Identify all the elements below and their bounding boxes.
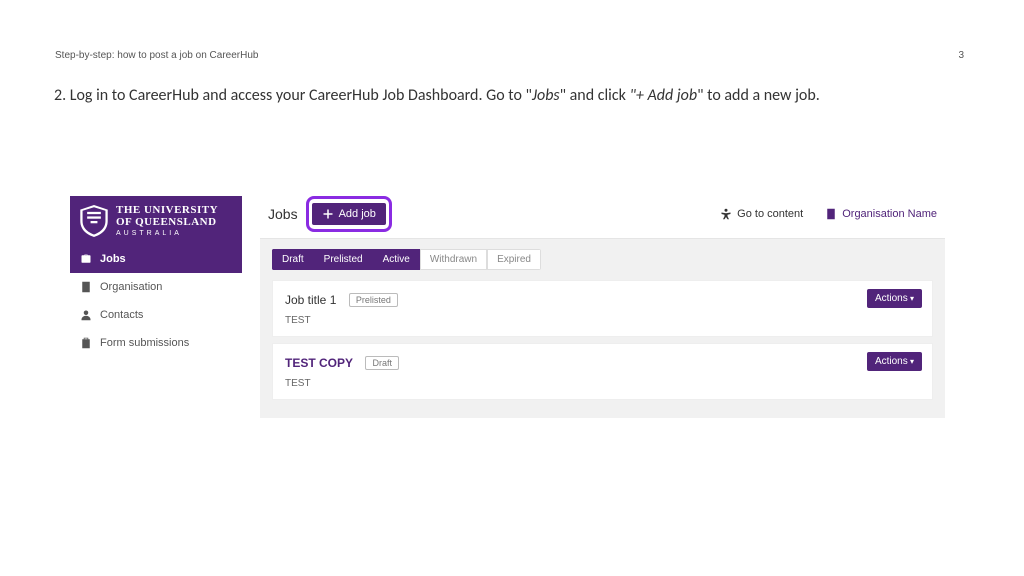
instruction-text: 2. Log in to CareerHub and access your C…	[54, 86, 532, 105]
sidebar-item-jobs[interactable]: Jobs	[70, 245, 242, 273]
plus-icon	[322, 208, 334, 220]
go-to-content-label: Go to content	[737, 208, 803, 220]
doc-header: Step-by-step: how to post a job on Caree…	[55, 50, 258, 61]
tab-prelisted[interactable]: Prelisted	[314, 249, 373, 270]
step-instruction: 2. Log in to CareerHub and access your C…	[54, 85, 964, 107]
status-badge: Prelisted	[349, 293, 398, 307]
sidebar-item-contacts[interactable]: Contacts	[70, 301, 242, 329]
job-title[interactable]: Job title 1	[285, 293, 336, 307]
instruction-text: " to add a new job.	[697, 86, 820, 105]
sidebar-item-label: Jobs	[100, 253, 126, 265]
add-job-highlight: Add job	[306, 196, 392, 232]
sidebar: THE UNIVERSITY OF QUEENSLAND AUSTRALIA J…	[70, 196, 242, 357]
instruction-em1: Jobs	[532, 86, 560, 105]
logo-line1: THE UNIVERSITY	[116, 204, 218, 216]
job-title[interactable]: TEST COPY	[285, 356, 353, 370]
page-number: 3	[958, 50, 964, 61]
sidebar-item-label: Form submissions	[100, 337, 189, 349]
tab-withdrawn[interactable]: Withdrawn	[420, 249, 487, 270]
job-row: TEST COPY Draft Actions TEST	[272, 343, 933, 400]
logo-line2: OF QUEENSLAND	[116, 216, 218, 228]
accessibility-icon	[720, 208, 732, 220]
job-row: Job title 1 Prelisted Actions TEST	[272, 280, 933, 337]
sidebar-item-form-submissions[interactable]: Form submissions	[70, 329, 242, 357]
logo: THE UNIVERSITY OF QUEENSLAND AUSTRALIA	[70, 196, 242, 245]
job-subtitle: TEST	[285, 315, 920, 326]
page-title: Jobs	[268, 206, 298, 222]
sidebar-item-label: Organisation	[100, 281, 162, 293]
add-job-label: Add job	[339, 208, 376, 220]
instruction-em2: "+ Add job	[630, 86, 698, 105]
tab-active[interactable]: Active	[373, 249, 420, 270]
tab-draft[interactable]: Draft	[272, 249, 314, 270]
go-to-content-link[interactable]: Go to content	[720, 208, 803, 220]
briefcase-icon	[80, 253, 92, 265]
clipboard-icon	[80, 337, 92, 349]
logo-line3: AUSTRALIA	[116, 230, 218, 237]
building-icon	[825, 208, 837, 220]
topbar: Jobs Add job Go to content Organisation …	[260, 190, 945, 238]
add-job-button[interactable]: Add job	[312, 203, 386, 225]
person-icon	[80, 309, 92, 321]
instruction-text: " and click	[560, 86, 630, 105]
main-panel: Jobs Add job Go to content Organisation …	[260, 190, 945, 418]
building-icon	[80, 281, 92, 293]
sidebar-item-organisation[interactable]: Organisation	[70, 273, 242, 301]
shield-icon	[80, 205, 108, 237]
tab-bar: Draft Prelisted Active Withdrawn Expired	[260, 238, 945, 280]
organisation-name-link[interactable]: Organisation Name	[825, 208, 937, 220]
actions-button[interactable]: Actions	[867, 289, 922, 308]
tab-expired[interactable]: Expired	[487, 249, 541, 270]
organisation-name-label: Organisation Name	[842, 208, 937, 220]
actions-button[interactable]: Actions	[867, 352, 922, 371]
sidebar-item-label: Contacts	[100, 309, 143, 321]
status-badge: Draft	[365, 356, 399, 370]
job-subtitle: TEST	[285, 378, 920, 389]
